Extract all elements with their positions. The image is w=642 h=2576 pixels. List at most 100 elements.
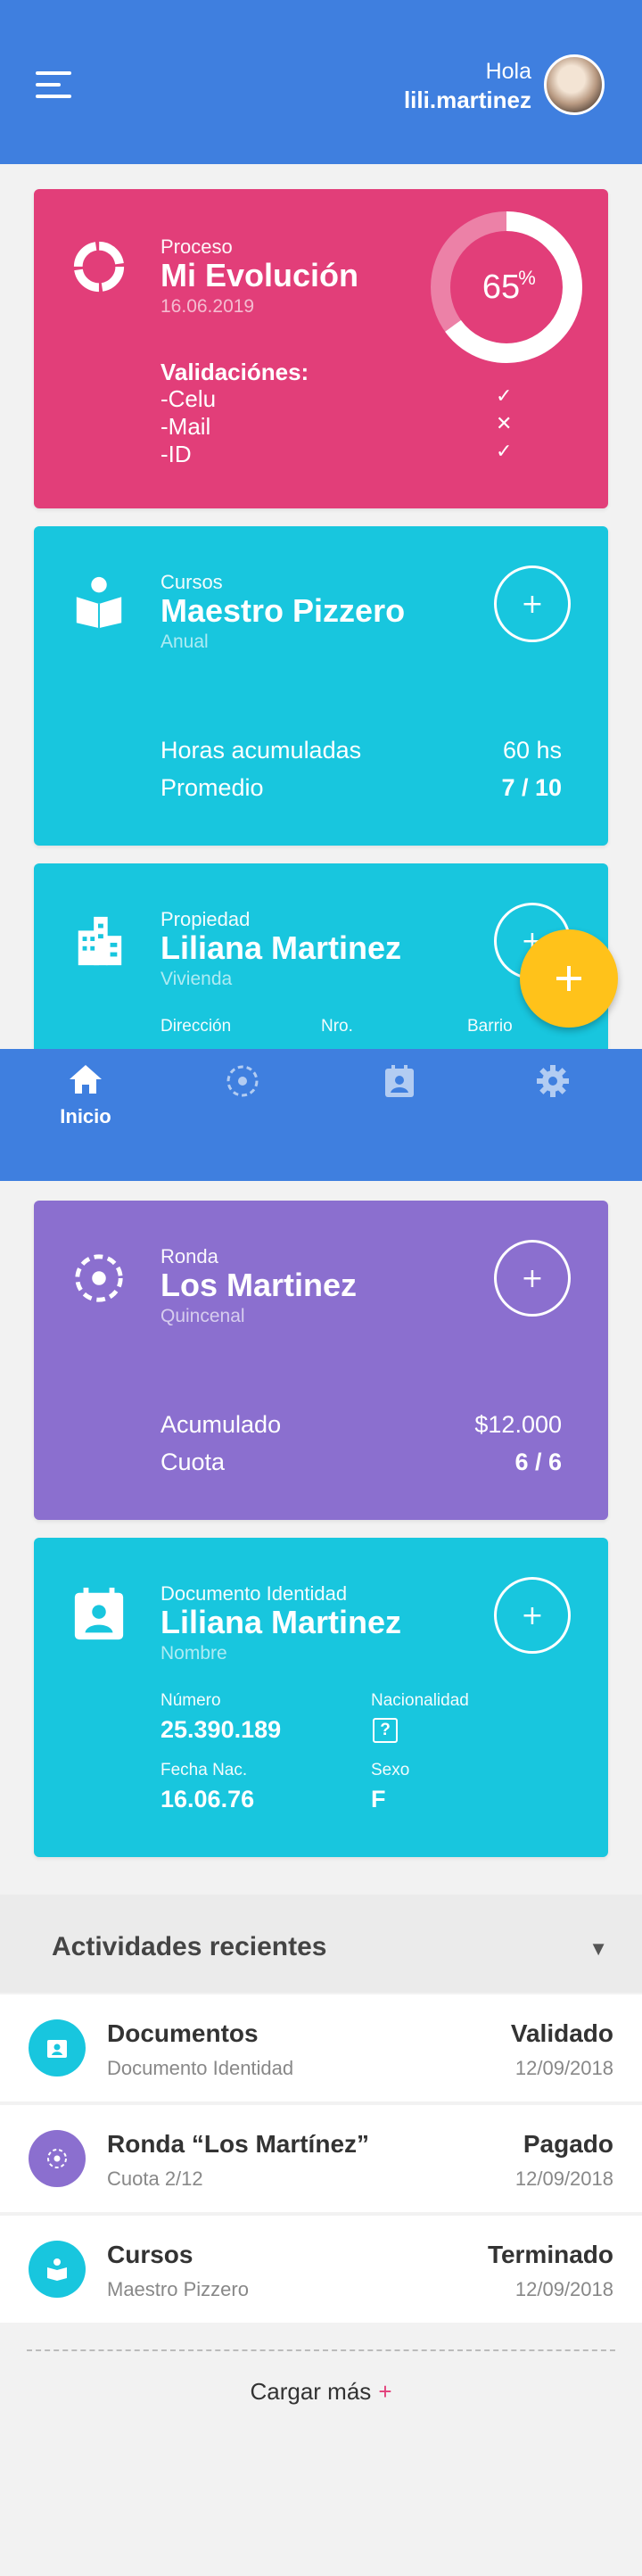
user-greeting: Hola lili.martinez: [404, 59, 531, 114]
id-badge-icon: [74, 1587, 124, 1640]
progress-ring: 65 %: [431, 211, 582, 363]
card-title: Mi Evolución: [160, 257, 359, 293]
property-card[interactable]: Propiedad Liliana Martinez Vivienda + Di…: [34, 863, 608, 1049]
open-book-person-icon: [76, 576, 122, 629]
activity-date: 12/09/2018: [514, 2167, 613, 2190]
card-title: Liliana Martinez: [160, 929, 402, 966]
birth-value: 16.06.76: [160, 1786, 255, 1812]
card-subtitle: Anual: [160, 632, 209, 652]
activity-item[interactable]: Cursos Maestro Pizzero Terminado 12/09/2…: [0, 2216, 642, 2323]
neighborhood-column: Barrio: [467, 1017, 513, 1036]
address-column: Dirección: [160, 1017, 232, 1036]
recent-activities-header: Actividades recientes ▼: [0, 1895, 642, 1993]
activity-detail: Documento Identidad: [107, 2057, 294, 2079]
card-subtitle: Nombre: [160, 1643, 227, 1664]
nationality-label: Nacionalidad: [371, 1691, 469, 1710]
activity-detail: Maestro Pizzero: [107, 2278, 249, 2300]
card-title: Maestro Pizzero: [160, 592, 406, 629]
add-course-button[interactable]: +: [494, 566, 571, 642]
caret-down-icon[interactable]: ▼: [588, 1937, 608, 1961]
hamburger-menu-icon[interactable]: [36, 70, 75, 102]
app-header: Hola lili.martinez: [0, 0, 642, 164]
plus-icon: +: [378, 2378, 392, 2405]
evolution-card[interactable]: Proceso Mi Evolución 16.06.2019 65 % Val…: [34, 189, 608, 508]
average-value: 7 / 10: [501, 774, 562, 801]
number-column: Nro.: [321, 1017, 353, 1036]
id-badge-icon: [29, 2019, 86, 2076]
check-icon: ✓: [496, 385, 513, 408]
card-title: Los Martinez: [160, 1267, 358, 1303]
nationality-unknown-icon: ?: [373, 1718, 398, 1743]
username[interactable]: lili.martinez: [404, 87, 531, 114]
number-label: Número: [160, 1691, 221, 1710]
recent-activities-title: Actividades recientes: [52, 1932, 327, 1961]
nav-home-label: Inicio: [60, 1105, 111, 1127]
installment-label: Cuota: [160, 1449, 226, 1475]
birth-label: Fecha Nac.: [160, 1761, 248, 1779]
building-icon: [78, 916, 122, 966]
activity-date: 12/09/2018: [514, 2278, 613, 2300]
id-card[interactable]: Documento Identidad Liliana Martinez Nom…: [34, 1538, 608, 1857]
activity-status: Pagado: [523, 2130, 613, 2158]
floating-add-button[interactable]: [520, 929, 618, 1028]
nav-home[interactable]: Inicio: [32, 1063, 139, 1152]
dashed-circle-icon: [75, 1254, 123, 1302]
id-badge-icon: [385, 1065, 414, 1097]
card-eyebrow: Proceso: [160, 235, 233, 258]
check-icon: ✓: [496, 441, 513, 463]
sex-label: Sexo: [371, 1761, 410, 1779]
donut-progress-icon: [73, 241, 125, 293]
activity-item[interactable]: Ronda “Los Martínez” Cuota 2/12 Pagado 1…: [0, 2105, 642, 2212]
load-more-button[interactable]: Cargar más +: [0, 2378, 642, 2406]
nav-round[interactable]: [189, 1063, 296, 1152]
open-book-person-icon: [29, 2241, 86, 2298]
validation-label-mail: -Mail: [160, 413, 211, 440]
activity-date: 12/09/2018: [514, 2057, 613, 2079]
validation-label-celu: -Celu: [160, 385, 217, 412]
validations-title: Validaciónes:: [160, 359, 309, 385]
nav-settings[interactable]: [499, 1063, 606, 1152]
hours-label: Horas acumuladas: [160, 737, 362, 764]
nav-id[interactable]: [346, 1063, 453, 1152]
activity-item[interactable]: Documentos Documento Identidad Validado …: [0, 1994, 642, 2101]
card-eyebrow: Cursos: [160, 571, 223, 593]
cross-icon: ✕: [496, 413, 513, 435]
installment-value: 6 / 6: [514, 1449, 562, 1475]
card-date: 16.06.2019: [160, 296, 255, 317]
courses-card[interactable]: Cursos Maestro Pizzero Anual + Horas acu…: [34, 526, 608, 846]
activity-status: Terminado: [487, 2241, 613, 2268]
home-icon: [70, 1065, 102, 1094]
validation-label-id: -ID: [160, 441, 192, 467]
round-card[interactable]: Ronda Los Martinez Quincenal + Acumulado…: [34, 1201, 608, 1520]
activity-name: Documentos: [107, 2019, 259, 2047]
number-value: 25.390.189: [160, 1716, 282, 1743]
progress-symbol: %: [518, 267, 536, 289]
add-document-button[interactable]: +: [494, 1577, 571, 1654]
card-title: Liliana Martinez: [160, 1604, 402, 1640]
load-more-label: Cargar más: [250, 2378, 372, 2405]
sex-value: F: [371, 1786, 386, 1812]
card-eyebrow: Propiedad: [160, 908, 251, 930]
activity-name: Ronda “Los Martínez”: [107, 2130, 370, 2158]
card-subtitle: Quincenal: [160, 1306, 245, 1326]
bottom-navigation: Inicio: [0, 1049, 642, 1181]
activity-detail: Cuota 2/12: [107, 2167, 203, 2190]
hours-value: 60 hs: [502, 737, 562, 764]
progress-number: 65: [482, 268, 520, 306]
activity-status: Validado: [510, 2019, 613, 2047]
divider: [27, 2349, 615, 2351]
accumulated-value: $12.000: [474, 1411, 562, 1438]
gear-icon: [537, 1065, 569, 1097]
card-subtitle: Vivienda: [160, 969, 233, 989]
dashed-circle-icon: [29, 2130, 86, 2187]
add-round-button[interactable]: +: [494, 1240, 571, 1317]
plus-icon: [556, 966, 581, 991]
greeting-text: Hola: [485, 59, 531, 84]
card-eyebrow: Documento Identidad: [160, 1582, 348, 1605]
card-eyebrow: Ronda: [160, 1245, 218, 1267]
activity-name: Cursos: [107, 2241, 193, 2268]
average-label: Promedio: [160, 774, 264, 801]
avatar[interactable]: [544, 54, 605, 115]
accumulated-label: Acumulado: [160, 1411, 282, 1438]
dashed-circle-icon: [226, 1065, 259, 1097]
